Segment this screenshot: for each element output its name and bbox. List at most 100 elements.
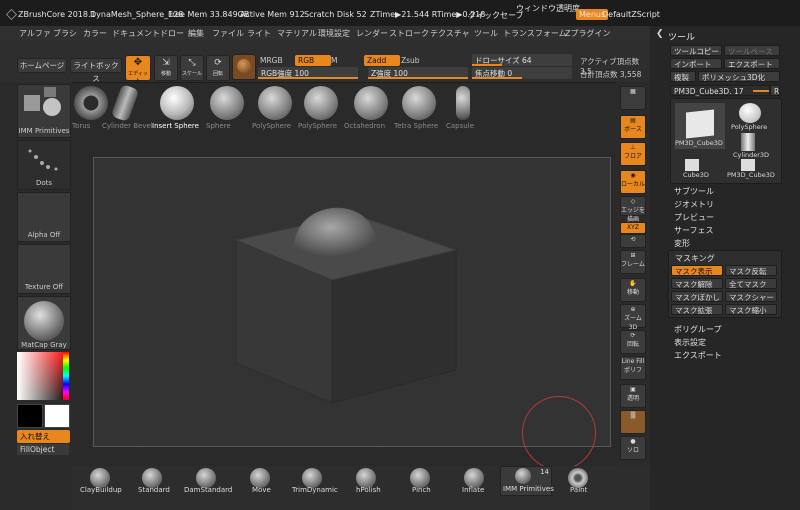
geometry-section[interactable]: ジオメトリ [674, 199, 714, 210]
mask-blur-button[interactable]: マスクぼかし [671, 291, 723, 302]
home-page-button[interactable]: ホームページ [17, 58, 67, 73]
persp-button[interactable]: ▤ ボース [620, 115, 646, 139]
mask-grow-button[interactable]: マスク拡張 [671, 304, 723, 315]
capsule-brush-icon[interactable] [456, 86, 470, 120]
mrgb-toggle[interactable]: MRGB [260, 56, 283, 65]
menu-tool[interactable]: ツール [474, 28, 498, 39]
export-section[interactable]: エクスポート [674, 350, 722, 361]
menu-render[interactable]: レンダー [356, 28, 388, 39]
secondary-color-swatch[interactable] [17, 404, 43, 428]
menu-transform[interactable]: トランスフォーム [503, 28, 567, 39]
hpolish-brush-icon[interactable] [356, 468, 376, 488]
pinch-brush-icon[interactable] [410, 468, 430, 488]
m-toggle[interactable]: M [331, 56, 337, 65]
rotate-view-button[interactable]: ⟳ 回転 [620, 330, 646, 354]
trimdynamic-brush-icon[interactable] [302, 468, 322, 488]
menu-file[interactable]: ファイル [212, 28, 244, 39]
stroke-dots[interactable]: Dots [17, 140, 71, 190]
scale-button[interactable]: ⤡ スケール [180, 55, 204, 81]
rgb-intensity-slider[interactable]: RGB強度 100 [258, 67, 358, 79]
material-swatch[interactable] [232, 54, 256, 80]
rotate-axis-button[interactable]: ⟲ [620, 234, 646, 248]
color-picker[interactable] [17, 352, 69, 400]
swap-colors-button[interactable]: 入れ替え [17, 430, 70, 443]
polysphere2-brush-icon[interactable] [304, 86, 338, 120]
menu-light[interactable]: ライト [247, 28, 271, 39]
zsub-toggle[interactable]: Zsub [401, 56, 420, 65]
torus-brush-icon[interactable] [74, 86, 108, 120]
export-button[interactable]: エクスポート [724, 58, 780, 69]
menu-zplugin[interactable]: Zプラグイン [565, 28, 610, 39]
import-button[interactable]: インポート [670, 58, 722, 69]
transparency-button[interactable]: ウィンドウ透明度 [516, 3, 580, 14]
focal-shift-slider[interactable]: 焦点移動 0 [472, 67, 572, 79]
hue-strip[interactable] [63, 352, 69, 400]
floor-button[interactable]: ⊥ フロア [620, 142, 646, 166]
mask-show-button[interactable]: マスク表示 [671, 265, 723, 276]
xyz-button[interactable]: XYZ [620, 222, 646, 234]
cylinder-bevel-brush-icon[interactable] [110, 83, 140, 123]
preview-section[interactable]: プレビュー [674, 212, 714, 223]
display-section[interactable]: 表示設定 [674, 337, 706, 348]
sphere-brush-icon[interactable] [210, 86, 244, 120]
imm-primitives-brush[interactable]: IMM Primitives [17, 84, 71, 138]
bpr-button[interactable]: ▦ [620, 86, 646, 110]
alpha-selector[interactable]: Alpha Off [17, 192, 71, 242]
subtool-section[interactable]: サブツール [674, 186, 714, 197]
insert-sphere-brush-icon[interactable] [160, 86, 194, 120]
thumb-pm3d-cube[interactable] [741, 159, 755, 171]
menu-stroke[interactable]: ストローク [389, 28, 429, 39]
local-button[interactable]: ◉ ローカル [620, 170, 646, 194]
masking-section[interactable]: マスキング [675, 253, 715, 264]
polygroups-section[interactable]: ポリグループ [674, 324, 722, 335]
mask-all-button[interactable]: 全てマスク [725, 278, 777, 289]
line-fill-button[interactable]: Line Fill ポリフ [620, 356, 646, 380]
frame-button[interactable]: ⊞ フレーム [620, 250, 646, 274]
current-tool-slider[interactable]: PM3D_Cube3D. 17 [670, 85, 770, 96]
deform-section[interactable]: 変形 [674, 238, 690, 249]
rotate-button[interactable]: ⟳ 回転 [206, 55, 230, 81]
imm-primitives-slot[interactable]: 14 IMM Primitives [500, 466, 554, 496]
primary-color-swatch[interactable] [44, 404, 70, 428]
zadd-toggle[interactable]: Zadd [364, 55, 400, 66]
script-label[interactable]: DefaultZScript [602, 10, 660, 19]
ghost-button[interactable]: ▒ [620, 410, 646, 434]
edge-draw-button[interactable]: ◇ エッジを描画 [620, 196, 646, 223]
zoom3d-button[interactable]: ⊕ ズーム3D [620, 304, 646, 331]
mask-shrink-button[interactable]: マスク縮小 [725, 304, 777, 315]
clone-button[interactable]: 複製 [670, 71, 696, 82]
standard-brush-icon[interactable] [142, 468, 162, 488]
tool-paste-button[interactable]: ツールペースト [724, 45, 780, 67]
menu-document[interactable]: ドキュメント [112, 28, 160, 39]
tool-copy-button[interactable]: ツールコピー [670, 45, 722, 56]
paint-brush-icon[interactable] [568, 468, 588, 488]
menu-alpha[interactable]: アルファ [19, 28, 51, 39]
r-button[interactable]: R [770, 85, 780, 96]
thumb-cylinder[interactable] [741, 133, 755, 151]
claybuildup-brush-icon[interactable] [90, 468, 110, 488]
menu-preferences[interactable]: 環境設定 [318, 28, 350, 39]
menu-edit[interactable]: 編集 [188, 28, 204, 39]
mask-sharpen-button[interactable]: マスクシャープ [725, 291, 777, 313]
collapse-icon[interactable]: ❮ [656, 29, 664, 39]
tetra-sphere-brush-icon[interactable] [402, 86, 436, 120]
z-intensity-slider[interactable]: Z強度 100 [368, 67, 468, 79]
damstandard-brush-icon[interactable] [196, 468, 216, 488]
canvas-viewport[interactable] [93, 157, 611, 447]
thumb-cube3d[interactable] [685, 159, 699, 171]
surface-section[interactable]: サーフェス [674, 225, 714, 236]
make-polymesh-button[interactable]: ポリメッシュ3D化 [698, 71, 780, 82]
octahedron-brush-icon[interactable] [354, 86, 388, 120]
edit-button[interactable]: ✥ エディット [125, 55, 151, 84]
lightbox-button[interactable]: ライトボックス [70, 58, 122, 83]
draw-size-slider[interactable]: ドローサイズ 64 [472, 54, 572, 66]
menu-brush[interactable]: ブラシ [53, 28, 77, 39]
menu-color[interactable]: カラー [83, 28, 107, 39]
mask-clear-button[interactable]: マスク解除 [671, 278, 723, 289]
polysphere-brush-icon[interactable] [258, 86, 292, 120]
texture-selector[interactable]: Texture Off [17, 244, 71, 294]
move-button[interactable]: ⇲ 移動 [154, 55, 178, 81]
rgb-toggle[interactable]: RGB [295, 55, 331, 66]
inflate-brush-icon[interactable] [464, 468, 484, 488]
transparent-button[interactable]: ▣ 透明 [620, 384, 646, 408]
